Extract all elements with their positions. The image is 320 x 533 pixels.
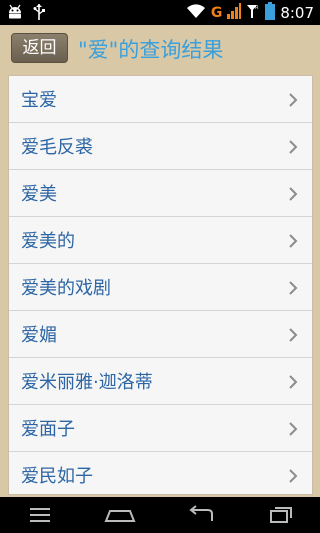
wifi-icon — [186, 3, 206, 23]
status-time: 8:07 — [280, 4, 314, 22]
navigation-bar — [0, 497, 320, 533]
battery-icon — [265, 2, 276, 24]
list-item-label: 爱面子 — [21, 419, 75, 440]
chevron-right-icon — [286, 374, 300, 389]
chevron-right-icon — [286, 233, 300, 248]
menu-icon[interactable] — [20, 505, 60, 525]
chevron-right-icon — [286, 92, 300, 107]
list-item-label: 爱美的戏剧 — [21, 278, 111, 299]
list-item-label: 爱美 — [21, 184, 57, 205]
list-item[interactable]: 宝爱 — [9, 76, 312, 123]
list-item-label: 爱米丽雅·迦洛蒂 — [21, 372, 153, 393]
list-item-label: 宝爱 — [21, 90, 57, 111]
chevron-right-icon — [286, 421, 300, 436]
chevron-right-icon — [286, 280, 300, 295]
back-button[interactable]: 返回 — [11, 33, 68, 63]
signal-icon — [227, 3, 242, 23]
header: 返回 "爱"的查询结果 — [0, 25, 320, 70]
list-item[interactable]: 爱美的 — [9, 217, 312, 264]
chevron-right-icon — [286, 468, 300, 483]
recent-apps-icon[interactable] — [260, 505, 300, 525]
list-item[interactable]: 爱毛反裘 — [9, 123, 312, 170]
chevron-right-icon — [286, 186, 300, 201]
list-item-label: 爱民如子 — [21, 466, 93, 487]
list-item-label: 爱媚 — [21, 325, 57, 346]
back-icon[interactable] — [180, 505, 220, 525]
list-item-label: 爱毛反裘 — [21, 137, 93, 158]
list-item-label: 爱美的 — [21, 231, 75, 252]
network-type-label: G — [210, 5, 223, 21]
status-bar: G R 8:07 — [0, 0, 320, 25]
chevron-right-icon — [286, 327, 300, 342]
roaming-icon: R — [246, 3, 260, 23]
list-item[interactable]: 爱美 — [9, 170, 312, 217]
page-title: "爱"的查询结果 — [78, 38, 224, 62]
results-list: 宝爱 爱毛反裘 爱美 爱美的 爱美的戏剧 爱媚 爱米丽雅·迦洛蒂 爱面子 爱民如… — [8, 75, 313, 495]
android-robot-icon — [6, 4, 24, 24]
svg-text:R: R — [255, 5, 259, 11]
list-item[interactable]: 爱民如子 — [9, 452, 312, 494]
usb-icon — [32, 3, 46, 25]
list-item[interactable]: 爱美的戏剧 — [9, 264, 312, 311]
list-item[interactable]: 爱米丽雅·迦洛蒂 — [9, 358, 312, 405]
list-item[interactable]: 爱面子 — [9, 405, 312, 452]
chevron-right-icon — [286, 139, 300, 154]
home-icon[interactable] — [100, 505, 140, 525]
list-item[interactable]: 爱媚 — [9, 311, 312, 358]
